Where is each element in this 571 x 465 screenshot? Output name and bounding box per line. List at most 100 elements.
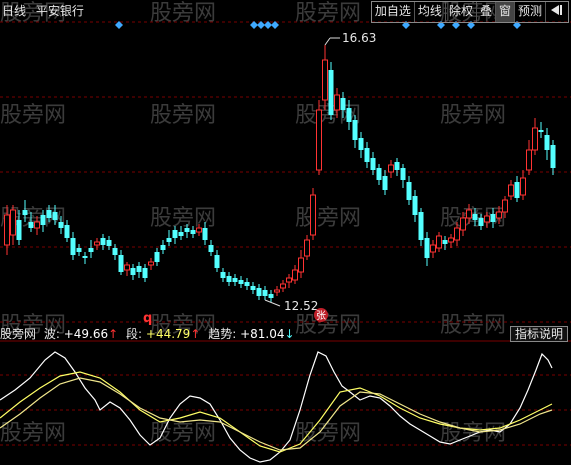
watermark-text: 股旁网: [150, 206, 216, 231]
candle-body: [370, 158, 376, 170]
candle-body: [550, 145, 556, 168]
candle-body: [496, 211, 502, 219]
candle-body: [106, 240, 112, 246]
candle-body: [202, 228, 208, 240]
candle-body: [94, 241, 100, 246]
candle-body: [358, 138, 364, 150]
candle-body: [394, 162, 400, 170]
zhang-badge-text: 张: [316, 310, 326, 322]
candle-body: [340, 98, 346, 110]
low-marker-text: q: [143, 311, 152, 326]
ex-rights-button[interactable]: 除权: [446, 2, 477, 22]
candle-body: [532, 127, 538, 151]
segment-value: +44.79: [145, 327, 191, 341]
candle-body: [430, 244, 436, 253]
candle-body: [172, 230, 178, 238]
candle-body: [490, 214, 496, 222]
indicator-help-button[interactable]: 指标说明: [509, 326, 568, 342]
candle-body: [424, 238, 430, 258]
candle-body: [52, 212, 58, 220]
candle-body: [4, 214, 10, 246]
watermark-text: 股旁网: [150, 421, 216, 446]
candle-body: [376, 168, 382, 180]
watermark-text: 股旁网: [295, 1, 361, 26]
low-price-label: 12.52: [284, 299, 318, 313]
candle-body: [436, 235, 442, 249]
forecast-button[interactable]: 预测: [515, 2, 546, 22]
candle-body: [454, 227, 460, 241]
candle-body: [262, 290, 268, 296]
candle-body: [256, 288, 262, 296]
add-favorite-button[interactable]: 加自选: [372, 2, 415, 22]
diamond-marker: [250, 21, 258, 29]
candle-body: [472, 214, 478, 220]
candle-body: [40, 215, 46, 225]
candle-body: [538, 130, 544, 132]
window-button[interactable]: 窗: [495, 2, 515, 22]
wave-label: 波:: [43, 327, 60, 341]
candle-body: [208, 245, 214, 252]
segment-label: 段:: [126, 327, 143, 341]
candle-body: [448, 237, 454, 243]
candle-body: [280, 283, 286, 289]
candle-body: [190, 230, 196, 234]
candle-body: [148, 261, 154, 266]
stock-header: 日线 平安银行: [2, 2, 90, 19]
candle-body: [304, 239, 310, 257]
expand-arrow-icon[interactable]: [546, 2, 568, 22]
moving-average-button[interactable]: 均线: [415, 2, 446, 22]
high-price-label: 16.63: [342, 31, 376, 45]
candle-body: [46, 210, 52, 218]
candle-body: [412, 196, 418, 215]
period-label[interactable]: 日线: [2, 4, 26, 18]
candle-body: [238, 280, 244, 284]
candle-body: [544, 135, 550, 150]
candle-body: [82, 256, 88, 258]
candle-body: [250, 286, 256, 290]
candle-body: [226, 276, 232, 282]
chart-toolbar: 加自选 均线 除权 叠 窗 预测: [370, 1, 569, 23]
candle-body: [178, 232, 184, 236]
candle-body: [88, 248, 94, 252]
candle-body: [220, 272, 226, 278]
candle-body: [214, 255, 220, 268]
candle-body: [22, 210, 28, 215]
candle-body: [346, 108, 352, 122]
candle-body: [334, 94, 340, 111]
candle-body: [418, 212, 424, 240]
candle-body: [484, 215, 490, 223]
candle-body: [268, 294, 274, 298]
candle-body: [514, 182, 520, 198]
candle-body: [124, 264, 130, 271]
candle-body: [142, 268, 148, 278]
candle-body: [478, 218, 484, 226]
candle-body: [10, 209, 16, 236]
candle-body: [274, 289, 280, 293]
trend-value: +81.04: [240, 327, 285, 341]
candle-body: [166, 238, 172, 242]
candle-body: [112, 248, 118, 255]
candle-body: [196, 227, 202, 233]
candle-body: [286, 277, 292, 283]
candle-body: [64, 225, 70, 238]
candle-body: [292, 269, 298, 281]
candle-body: [364, 148, 370, 162]
candle-body: [100, 238, 106, 245]
candle-body: [322, 59, 328, 101]
indicator-name: 股旁网: [0, 327, 37, 341]
chart-canvas[interactable]: 股旁网 股旁网 股旁网 股旁网股旁网 股旁网 股旁网 股旁网股旁网 股旁网 股旁网股旁网 股旁网股…: [0, 0, 571, 465]
candle-body: [520, 177, 526, 196]
candle-body: [316, 109, 322, 171]
candle-body: [460, 217, 466, 231]
indicator-bar: 股旁网 波: +49.66↑ 段: +44.79↑ 趋势: +81.04↓: [0, 325, 571, 341]
candle-body: [382, 176, 388, 190]
candle-body: [352, 120, 358, 140]
candle-body: [34, 221, 40, 229]
stock-name: 平安银行: [35, 4, 84, 18]
candle-body: [502, 199, 508, 213]
overlay-button[interactable]: 叠: [477, 2, 496, 22]
candle-body: [508, 184, 514, 197]
candle-body: [154, 252, 160, 262]
candle-body: [160, 245, 166, 250]
watermark-text: 股旁网: [0, 421, 66, 446]
